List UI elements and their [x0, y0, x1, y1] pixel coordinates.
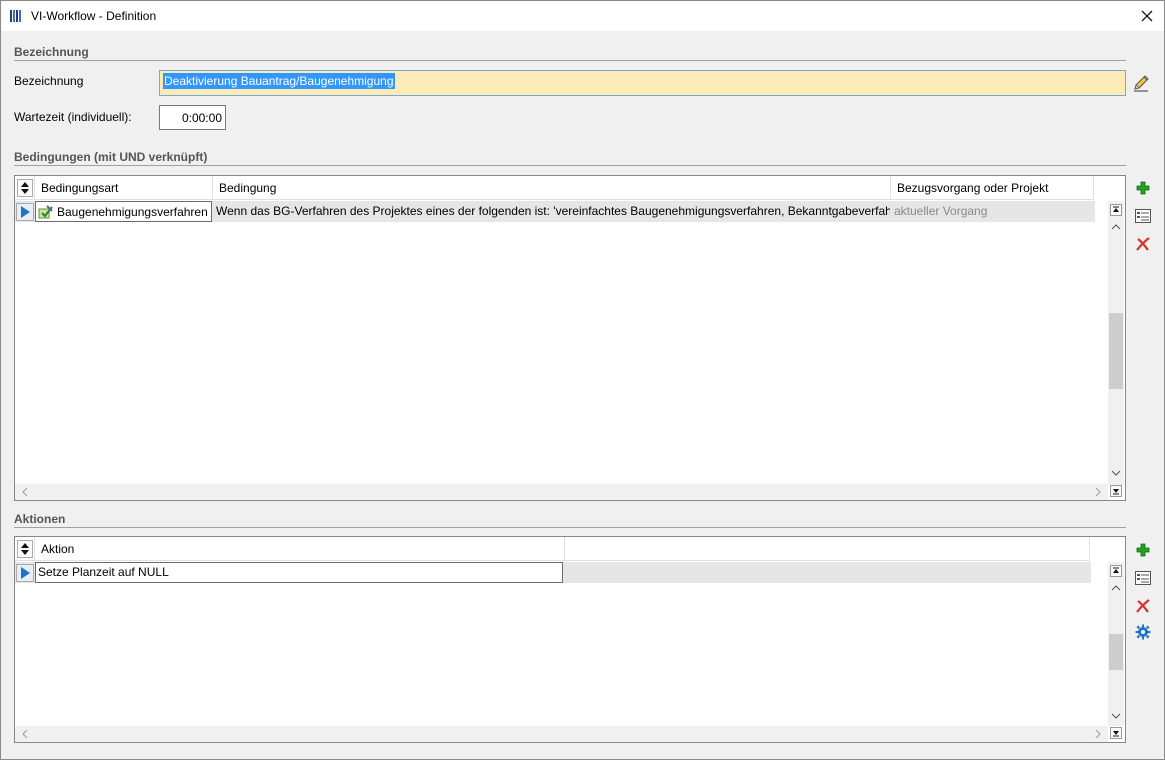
cell-bedingung[interactable]: Wenn das BG-Verfahren des Projektes eine…: [212, 201, 890, 222]
table-row[interactable]: Setze Planzeit auf NULL: [15, 562, 1091, 583]
current-row-arrow-icon: [20, 205, 30, 218]
add-condition-button[interactable]: [1134, 179, 1152, 197]
scroll-left-button[interactable]: [17, 484, 33, 500]
sort-updown-icon: [20, 181, 29, 194]
plus-icon: [1136, 181, 1150, 195]
window-title: VI-Workflow - Definition: [31, 9, 157, 23]
scroll-right-button[interactable]: [1090, 484, 1106, 500]
cell-bezugsvorgang[interactable]: aktueller Vorgang: [890, 201, 1093, 222]
delete-x-icon: [1136, 237, 1150, 251]
scroll-to-bottom-button[interactable]: [1110, 485, 1124, 499]
pencil-icon: [1134, 75, 1149, 92]
delete-action-button[interactable]: [1134, 597, 1152, 615]
chevron-left-icon: [22, 730, 28, 738]
scroll-bottom-icon: [1110, 485, 1122, 497]
table-row[interactable]: Baugenehmigungsverfahren Wenn das BG-Ver…: [15, 201, 1095, 222]
section-header-bedingungen: Bedingungen (mit UND verknüpft): [14, 150, 208, 164]
column-header-aktion[interactable]: Aktion: [35, 537, 565, 561]
scroll-to-bottom-button[interactable]: [1110, 727, 1124, 741]
scroll-left-button[interactable]: [17, 726, 33, 742]
chevron-right-icon: [1095, 488, 1101, 496]
condition-type-icon: [38, 204, 53, 218]
section-divider: [14, 60, 1126, 61]
edit-name-button[interactable]: [1132, 74, 1150, 92]
current-row-arrow-icon: [20, 566, 30, 579]
row-selector[interactable]: [15, 201, 35, 222]
actions-horizontal-scrollbar[interactable]: [15, 726, 1108, 742]
column-header-bezugsvorgang[interactable]: Bezugsvorgang oder Projekt: [891, 176, 1094, 200]
conditions-sort-button[interactable]: [15, 176, 35, 200]
add-action-button[interactable]: [1134, 541, 1152, 559]
name-input-value: Deaktivierung Bauantrag/Baugenehmigung: [163, 73, 395, 89]
edit-list-icon: [1135, 209, 1151, 223]
cell-bedingungsart[interactable]: Baugenehmigungsverfahren: [35, 201, 212, 222]
cell-empty: [563, 562, 1091, 583]
cell-aktion[interactable]: Setze Planzeit auf NULL: [35, 562, 563, 583]
actions-vertical-scrollbar[interactable]: [1108, 562, 1124, 726]
app-icon: [10, 10, 24, 22]
chevron-right-icon: [1095, 730, 1101, 738]
actions-sort-button[interactable]: [15, 537, 35, 561]
wait-time-input[interactable]: 0:00:00: [159, 105, 226, 130]
sort-updown-icon: [20, 542, 29, 555]
row-selector[interactable]: [15, 562, 35, 583]
gear-icon: [1135, 624, 1151, 640]
scroll-down-button[interactable]: [1108, 708, 1124, 724]
scroll-down-button[interactable]: [1108, 465, 1124, 481]
column-header-empty: [565, 537, 1090, 561]
scroll-top-icon: [1110, 565, 1122, 577]
scroll-to-top-button[interactable]: [1108, 202, 1124, 218]
scroll-right-button[interactable]: [1090, 726, 1106, 742]
edit-action-button[interactable]: [1134, 569, 1152, 587]
scroll-to-top-button[interactable]: [1108, 563, 1124, 579]
conditions-grid[interactable]: Bedingungsart Bedingung Bezugsvorgang od…: [14, 175, 1126, 501]
plus-icon: [1136, 543, 1150, 557]
wait-label: Wartezeit (individuell):: [14, 110, 132, 124]
chevron-left-icon: [22, 488, 28, 496]
edit-condition-button[interactable]: [1134, 207, 1152, 225]
section-divider: [14, 165, 1126, 166]
delete-condition-button[interactable]: [1134, 235, 1152, 253]
scroll-bottom-icon: [1110, 727, 1122, 739]
chevron-up-icon: [1112, 585, 1120, 591]
configure-action-button[interactable]: [1134, 623, 1152, 641]
delete-x-icon: [1136, 599, 1150, 613]
name-input[interactable]: Deaktivierung Bauantrag/Baugenehmigung: [159, 70, 1126, 96]
scroll-top-icon: [1110, 204, 1122, 216]
name-label: Bezeichnung: [14, 74, 84, 88]
close-icon: [1141, 10, 1153, 22]
column-header-bedingung[interactable]: Bedingung: [213, 176, 891, 200]
scroll-up-button[interactable]: [1108, 219, 1124, 235]
section-header-aktionen: Aktionen: [14, 512, 66, 526]
edit-list-icon: [1135, 571, 1151, 585]
cell-bedingungsart-text: Baugenehmigungsverfahren: [57, 204, 208, 219]
section-divider: [14, 527, 1126, 528]
conditions-grid-header: Bedingungsart Bedingung Bezugsvorgang od…: [15, 176, 1108, 200]
actions-grid[interactable]: Aktion Setze Planzeit auf NULL: [14, 536, 1126, 743]
workflow-definition-window: VI-Workflow - Definition Bezeichnung Bez…: [0, 0, 1165, 760]
column-header-bedingungsart[interactable]: Bedingungsart: [35, 176, 213, 200]
scroll-thumb[interactable]: [1109, 313, 1123, 389]
chevron-down-icon: [1112, 470, 1120, 476]
actions-grid-header: Aktion: [15, 537, 1092, 561]
scroll-up-button[interactable]: [1108, 580, 1124, 596]
chevron-up-icon: [1112, 224, 1120, 230]
conditions-horizontal-scrollbar[interactable]: [15, 484, 1108, 500]
chevron-down-icon: [1112, 713, 1120, 719]
close-button[interactable]: [1130, 1, 1164, 31]
section-header-bezeichnung: Bezeichnung: [14, 45, 89, 59]
conditions-vertical-scrollbar[interactable]: [1108, 201, 1124, 485]
scroll-thumb[interactable]: [1109, 634, 1123, 670]
title-bar: VI-Workflow - Definition: [1, 1, 1164, 31]
